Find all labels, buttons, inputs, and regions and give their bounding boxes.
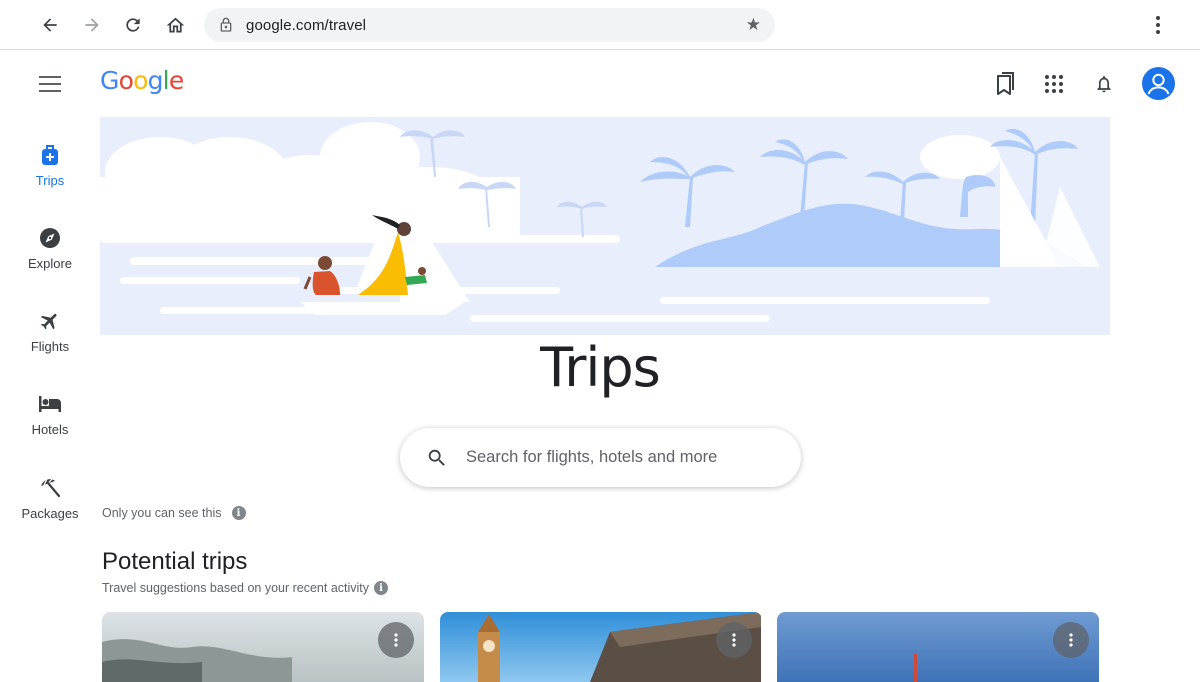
search-placeholder: Search for flights, hotels and more — [466, 448, 718, 466]
section-subtitle-text: Travel suggestions based on your recent … — [102, 581, 370, 595]
sidebar-item-label: Packages — [21, 506, 79, 521]
info-icon[interactable]: i — [374, 581, 389, 595]
home-icon — [166, 17, 184, 32]
more-vert-icon — [1156, 16, 1160, 34]
hero-illustration — [100, 117, 1110, 335]
arrow-left-icon — [43, 18, 57, 32]
browser-toolbar: google.com/travel ★ — [0, 0, 1200, 50]
page-title: Trips — [540, 336, 661, 399]
privacy-note-text: Only you can see this — [102, 506, 222, 520]
sidebar-item-trips[interactable]: Trips — [0, 143, 100, 213]
logo-letter: e — [168, 66, 184, 95]
trip-card-image — [440, 612, 761, 682]
apps-grid-icon — [1045, 75, 1063, 93]
trip-card-image — [777, 612, 1099, 682]
sidebar-item-label: Trips — [35, 173, 65, 188]
section-title: Potential trips — [102, 548, 248, 575]
trip-card-menu-button[interactable] — [378, 622, 414, 658]
logo-letter: o — [118, 66, 134, 95]
section-subtitle: Travel suggestions based on your recent … — [102, 581, 389, 595]
sidebar-item-label: Hotels — [31, 422, 69, 437]
saved-button[interactable] — [988, 68, 1020, 100]
person-icon — [1147, 73, 1170, 95]
address-bar[interactable]: google.com/travel ★ — [204, 8, 775, 42]
logo-letter: o — [133, 66, 148, 95]
lock-icon — [220, 17, 232, 32]
trip-card[interactable] — [102, 612, 424, 682]
trip-card[interactable] — [440, 612, 762, 682]
more-vert-icon — [732, 633, 736, 647]
sidebar-item-hotels[interactable]: Hotels — [0, 392, 100, 462]
google-apps-button[interactable] — [1038, 68, 1070, 100]
browser-menu-button[interactable] — [1146, 9, 1170, 41]
more-vert-icon — [1069, 633, 1073, 647]
search-icon — [428, 449, 445, 466]
trip-card-menu-button[interactable] — [1053, 622, 1089, 658]
reload-button[interactable] — [117, 9, 149, 41]
compass-icon — [38, 226, 62, 250]
info-icon[interactable]: i — [231, 506, 246, 520]
trip-card-image — [102, 612, 424, 682]
url-text: google.com/travel — [246, 17, 367, 34]
beach-umbrella-icon — [38, 476, 62, 500]
airplane-icon — [38, 309, 62, 333]
bookmarks-icon — [997, 72, 1014, 95]
bookmark-star-icon[interactable]: ★ — [746, 15, 761, 35]
sidebar-item-packages[interactable]: Packages — [0, 476, 100, 546]
arrow-right-icon — [85, 18, 99, 32]
back-button[interactable] — [34, 9, 66, 41]
logo-letter: g — [147, 66, 164, 95]
home-button[interactable] — [159, 9, 191, 41]
privacy-note: Only you can see this i — [102, 506, 246, 520]
more-vert-icon — [394, 633, 398, 647]
logo-letter: G — [100, 66, 119, 95]
trip-card-menu-button[interactable] — [716, 622, 752, 658]
sidebar-item-label: Explore — [27, 256, 73, 271]
reload-icon — [126, 18, 140, 32]
trip-card[interactable] — [777, 612, 1099, 682]
luggage-icon — [38, 143, 62, 167]
search-input[interactable]: Search for flights, hotels and more — [400, 428, 801, 487]
main-menu-button[interactable] — [36, 70, 64, 98]
bell-icon — [1097, 76, 1111, 93]
account-avatar[interactable] — [1142, 67, 1175, 100]
hamburger-menu-icon — [39, 76, 61, 92]
sidebar-item-explore[interactable]: Explore — [0, 226, 100, 296]
google-logo[interactable]: Google — [100, 66, 184, 95]
forward-button[interactable] — [76, 9, 108, 41]
notifications-button[interactable] — [1088, 68, 1120, 100]
